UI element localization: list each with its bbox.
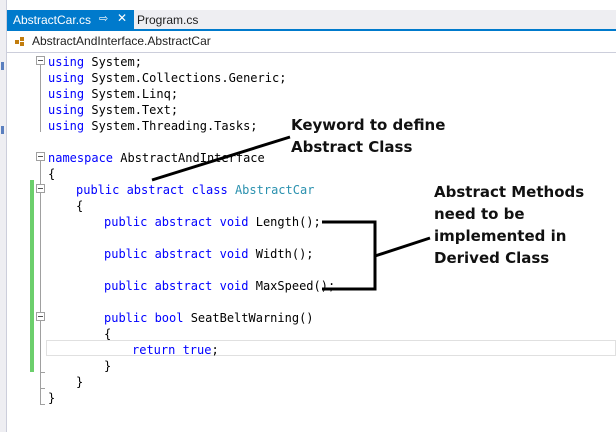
methods-arrow-line xyxy=(374,236,431,258)
methods-annotation: Abstract Methods need to be implemented … xyxy=(434,183,585,267)
keyword-annotation: Keyword to define Abstract Class xyxy=(291,116,446,156)
keyword-arrow-line xyxy=(151,135,291,182)
methods-bracket xyxy=(322,220,377,291)
